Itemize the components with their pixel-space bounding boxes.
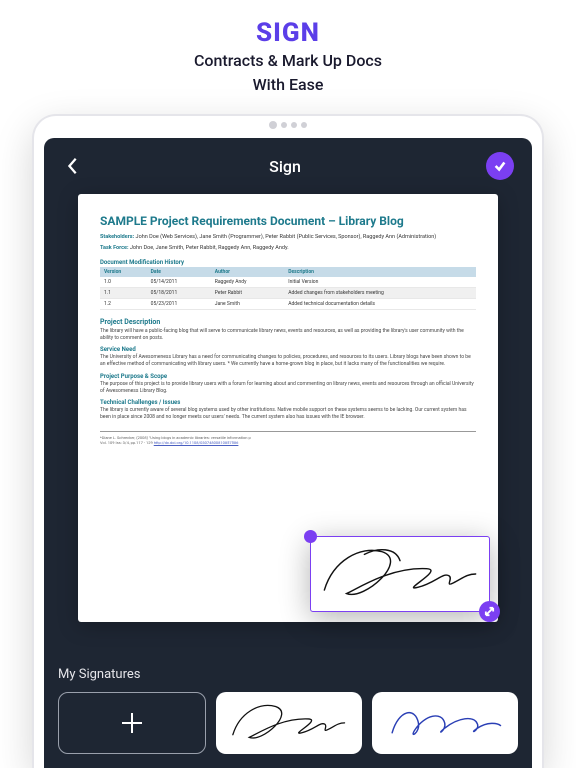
table-header: Version [100,267,147,277]
table-row: 1.105/18/2011Peter RabbitAdded changes f… [100,287,476,298]
section-project-purpose-heading: Project Purpose & Scope [100,373,476,380]
section-service-need-heading: Service Need [100,346,476,353]
topbar: Sign [44,138,532,190]
signatures-row [58,692,518,754]
app-screen: Sign SAMPLE Project Requirements Documen… [44,138,532,768]
resize-handle-tl[interactable] [304,530,317,543]
section-project-purpose-body: The purpose of this project is to provid… [100,381,476,395]
signature-card-1[interactable] [216,692,362,754]
doc-footnote: *Diane L. Schrecker, (2008) "Using blogs… [100,431,476,445]
doc-stakeholders: Stakeholders: John Doe (Web Services), J… [100,234,476,242]
signature-overlay[interactable] [310,536,490,612]
back-button[interactable] [62,155,84,177]
hero-subtitle-1: Contracts & Mark Up Docs [0,50,576,72]
section-tech-challenges-heading: Technical Challenges / Issues [100,399,476,406]
hero-subtitle-2: With Ease [0,74,576,96]
section-service-need-body: The University of Awesomeness Library ha… [100,354,476,368]
device-status-dots [34,116,542,134]
signatures-title: My Signatures [58,667,518,682]
confirm-button[interactable] [486,152,514,180]
doc-title: SAMPLE Project Requirements Document – L… [100,214,476,228]
signature-card-2[interactable] [372,692,518,754]
tablet-frame: Sign SAMPLE Project Requirements Documen… [34,116,542,768]
signatures-panel: My Signatures [44,655,532,768]
table-row: 1.205/23/2011Jane SmithAdded technical d… [100,298,476,309]
table-header: Description [284,267,476,277]
resize-handle-br[interactable] [479,601,500,622]
hero-section: SIGN Contracts & Mark Up Docs With Ease [0,0,576,103]
table-row: 1.005/14/2011Raggedy AndyInitial Version [100,277,476,288]
table-header: Author [211,267,284,277]
screen-title: Sign [269,157,301,176]
add-signature-button[interactable] [58,692,206,754]
hero-title: SIGN [0,18,576,48]
history-heading: Document Modification History [100,259,476,266]
history-table: VersionDateAuthorDescription 1.005/14/20… [100,267,476,310]
table-header: Date [147,267,211,277]
section-project-description-heading: Project Description [100,318,476,326]
section-tech-challenges-body: The library is currently aware of severa… [100,407,476,421]
doc-taskforce: Task Force: John Doe, Jane Smith, Peter … [100,245,476,253]
section-project-description-body: The library will have a public-facing bl… [100,328,476,342]
